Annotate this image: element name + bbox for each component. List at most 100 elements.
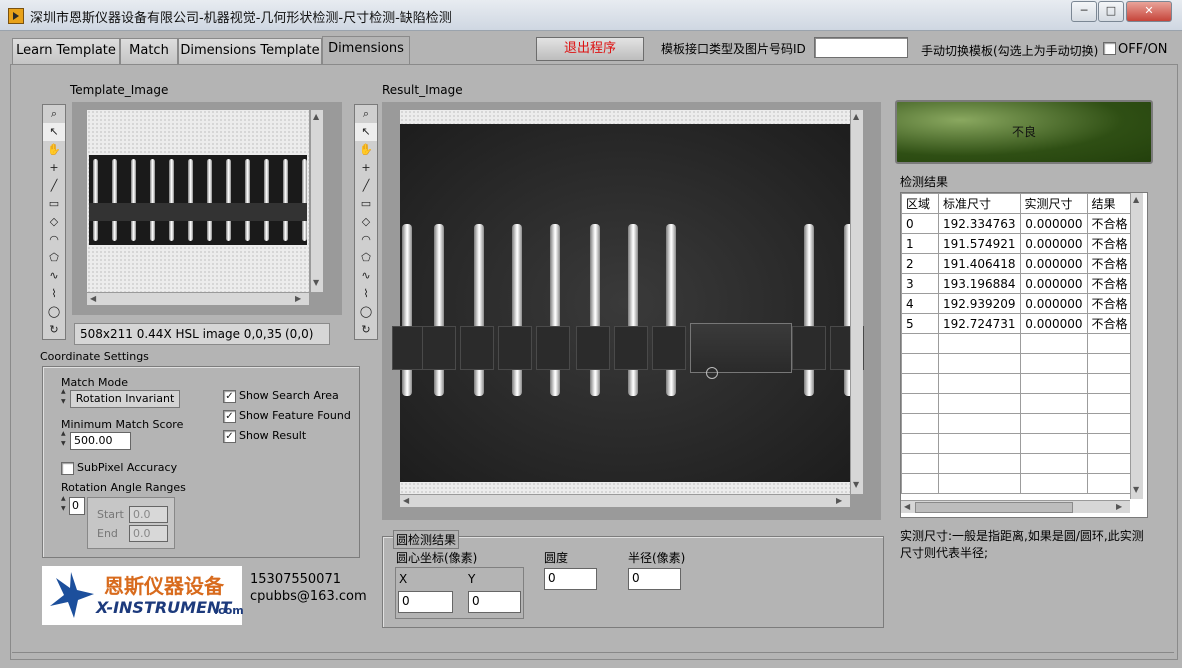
rectangle-icon[interactable]: ▭ bbox=[355, 195, 377, 213]
rotate-icon[interactable]: ↻ bbox=[355, 321, 377, 339]
show-search-area-label: Show Search Area bbox=[239, 389, 339, 402]
table-row[interactable]: 2 191.406418 0.000000 不合格 bbox=[901, 253, 1133, 274]
results-header-row: 区域 标准尺寸 实测尺寸 结果 bbox=[901, 193, 1133, 214]
table-cell: 不合格 bbox=[1086, 313, 1133, 334]
roundness-value: 0 bbox=[544, 568, 597, 590]
results-table-container: 区域 标准尺寸 实测尺寸 结果 0 192.334763 0.000000 不合格 1 1… bbox=[900, 192, 1148, 518]
results-horizontal-scrollbar[interactable]: ◀ ▶ bbox=[901, 500, 1130, 513]
pin-graphic bbox=[150, 159, 155, 241]
tab-dimensions-template[interactable]: Dimensions Template bbox=[178, 38, 322, 64]
table-row[interactable]: 3 193.196884 0.000000 不合格 bbox=[901, 273, 1133, 294]
end-label: End bbox=[97, 527, 118, 540]
circle-y-value: 0 bbox=[468, 591, 521, 613]
company-logo: 恩斯仪器设备 X-INSTRUMENT .com bbox=[42, 566, 244, 625]
oval-icon[interactable]: ◯ bbox=[355, 303, 377, 321]
end-input[interactable]: 0.0 bbox=[129, 525, 168, 542]
table-row-empty bbox=[901, 393, 1133, 414]
table-cell: 191.406418 bbox=[938, 253, 1021, 274]
result-circle-marker bbox=[706, 367, 718, 379]
exit-button[interactable]: 退出程序 bbox=[536, 37, 644, 61]
table-cell: 0.000000 bbox=[1019, 313, 1088, 334]
close-icon[interactable]: ✕ bbox=[1126, 1, 1172, 22]
freehand-icon[interactable]: ∿ bbox=[355, 267, 377, 285]
rotated-rectangle-icon[interactable]: ◇ bbox=[355, 213, 377, 231]
table-cell bbox=[1086, 453, 1133, 474]
logo-cn-text: 恩斯仪器设备 bbox=[104, 574, 224, 598]
table-row[interactable]: 1 191.574921 0.000000 不合格 bbox=[901, 233, 1133, 254]
broken-line-icon[interactable]: ⌇ bbox=[43, 285, 65, 303]
subpixel-checkbox[interactable] bbox=[61, 462, 74, 475]
pan-icon[interactable]: ✋ bbox=[355, 141, 377, 159]
broken-line-icon[interactable]: ⌇ bbox=[355, 285, 377, 303]
pin-graphic bbox=[302, 159, 307, 241]
tab-match[interactable]: Match bbox=[120, 38, 178, 64]
rotation-index-spinner[interactable] bbox=[61, 495, 68, 513]
crosshair-icon[interactable]: + bbox=[355, 159, 377, 177]
tab-label: Dimensions bbox=[328, 41, 404, 56]
results-title: 检测结果 bbox=[900, 175, 949, 189]
radius-label: 半径(像素) bbox=[628, 551, 686, 565]
table-row[interactable]: 0 192.334763 0.000000 不合格 bbox=[901, 213, 1133, 234]
results-vertical-scrollbar[interactable]: ▲ ▼ bbox=[1130, 193, 1143, 499]
result-image-content bbox=[392, 124, 864, 482]
template-tool-palette: ⌕ ↖ ✋ + ╱ ▭ ◇ ◠ ⬠ ∿ ⌇ ◯ ↻ bbox=[42, 104, 66, 340]
start-input[interactable]: 0.0 bbox=[129, 506, 168, 523]
show-feature-found-label: Show Feature Found bbox=[239, 409, 351, 422]
pin-graphic bbox=[169, 159, 174, 241]
table-row[interactable]: 5 192.724731 0.000000 不合格 bbox=[901, 313, 1133, 334]
table-row[interactable]: 4 192.939209 0.000000 不合格 bbox=[901, 293, 1133, 314]
table-cell bbox=[1086, 393, 1133, 414]
template-horizontal-scrollbar[interactable]: ◀ ▶ bbox=[87, 292, 309, 305]
table-row-empty bbox=[901, 353, 1133, 374]
minimize-icon[interactable]: ─ bbox=[1071, 1, 1097, 22]
maximize-icon[interactable]: □ bbox=[1098, 1, 1124, 22]
line-icon[interactable]: ╱ bbox=[43, 177, 65, 195]
rotated-rectangle-icon[interactable]: ◇ bbox=[43, 213, 65, 231]
result-tool-palette: ⌕ ↖ ✋ + ╱ ▭ ◇ ◠ ⬠ ∿ ⌇ ◯ ↻ bbox=[354, 104, 378, 340]
tab-label: Match bbox=[129, 43, 169, 58]
col-header: 标准尺寸 bbox=[938, 193, 1021, 214]
tab-dimensions[interactable]: Dimensions bbox=[322, 36, 410, 65]
tab-learn-template[interactable]: Learn Template bbox=[12, 38, 120, 64]
match-mode-spinner[interactable] bbox=[61, 388, 68, 406]
pan-icon[interactable]: ✋ bbox=[43, 141, 65, 159]
polygon-icon[interactable]: ⬠ bbox=[355, 249, 377, 267]
connector-block bbox=[614, 326, 648, 370]
line-icon[interactable]: ╱ bbox=[355, 177, 377, 195]
connector-block bbox=[498, 326, 532, 370]
pointer-icon[interactable]: ↖ bbox=[355, 123, 377, 141]
result-horizontal-scrollbar[interactable]: ◀ ▶ bbox=[400, 494, 850, 507]
zoom-icon[interactable]: ⌕ bbox=[355, 105, 377, 123]
result-image-display bbox=[392, 110, 864, 494]
rotate-icon[interactable]: ↻ bbox=[43, 321, 65, 339]
subpixel-label: SubPixel Accuracy bbox=[77, 461, 178, 474]
show-feature-found-checkbox[interactable]: ✓ bbox=[223, 410, 236, 423]
off-on-checkbox[interactable] bbox=[1103, 42, 1116, 55]
table-cell: 191.574921 bbox=[938, 233, 1021, 254]
annulus-icon[interactable]: ◠ bbox=[355, 231, 377, 249]
oval-icon[interactable]: ◯ bbox=[43, 303, 65, 321]
company-email: cpubbs@163.com bbox=[250, 589, 367, 604]
rectangle-icon[interactable]: ▭ bbox=[43, 195, 65, 213]
table-cell bbox=[1086, 413, 1133, 434]
rotation-index-input[interactable]: 0 bbox=[69, 497, 85, 515]
template-id-input[interactable] bbox=[814, 37, 908, 58]
zoom-icon[interactable]: ⌕ bbox=[43, 105, 65, 123]
min-score-spinner[interactable] bbox=[61, 430, 68, 448]
template-image-title: Template_Image bbox=[70, 83, 169, 97]
result-vertical-scrollbar[interactable]: ▲ ▼ bbox=[850, 110, 863, 494]
pointer-icon[interactable]: ↖ bbox=[43, 123, 65, 141]
circle-x-label: X bbox=[399, 572, 408, 586]
match-mode-select[interactable]: Rotation Invariant bbox=[70, 390, 180, 408]
col-header: 实测尺寸 bbox=[1019, 193, 1088, 214]
template-vertical-scrollbar[interactable]: ▲ ▼ bbox=[310, 110, 323, 292]
min-score-label: Minimum Match Score bbox=[61, 418, 184, 431]
show-result-checkbox[interactable]: ✓ bbox=[223, 430, 236, 443]
crosshair-icon[interactable]: + bbox=[43, 159, 65, 177]
table-cell: 不合格 bbox=[1086, 233, 1133, 254]
min-score-input[interactable]: 500.00 bbox=[70, 432, 131, 450]
polygon-icon[interactable]: ⬠ bbox=[43, 249, 65, 267]
annulus-icon[interactable]: ◠ bbox=[43, 231, 65, 249]
freehand-icon[interactable]: ∿ bbox=[43, 267, 65, 285]
show-search-area-checkbox[interactable]: ✓ bbox=[223, 390, 236, 403]
